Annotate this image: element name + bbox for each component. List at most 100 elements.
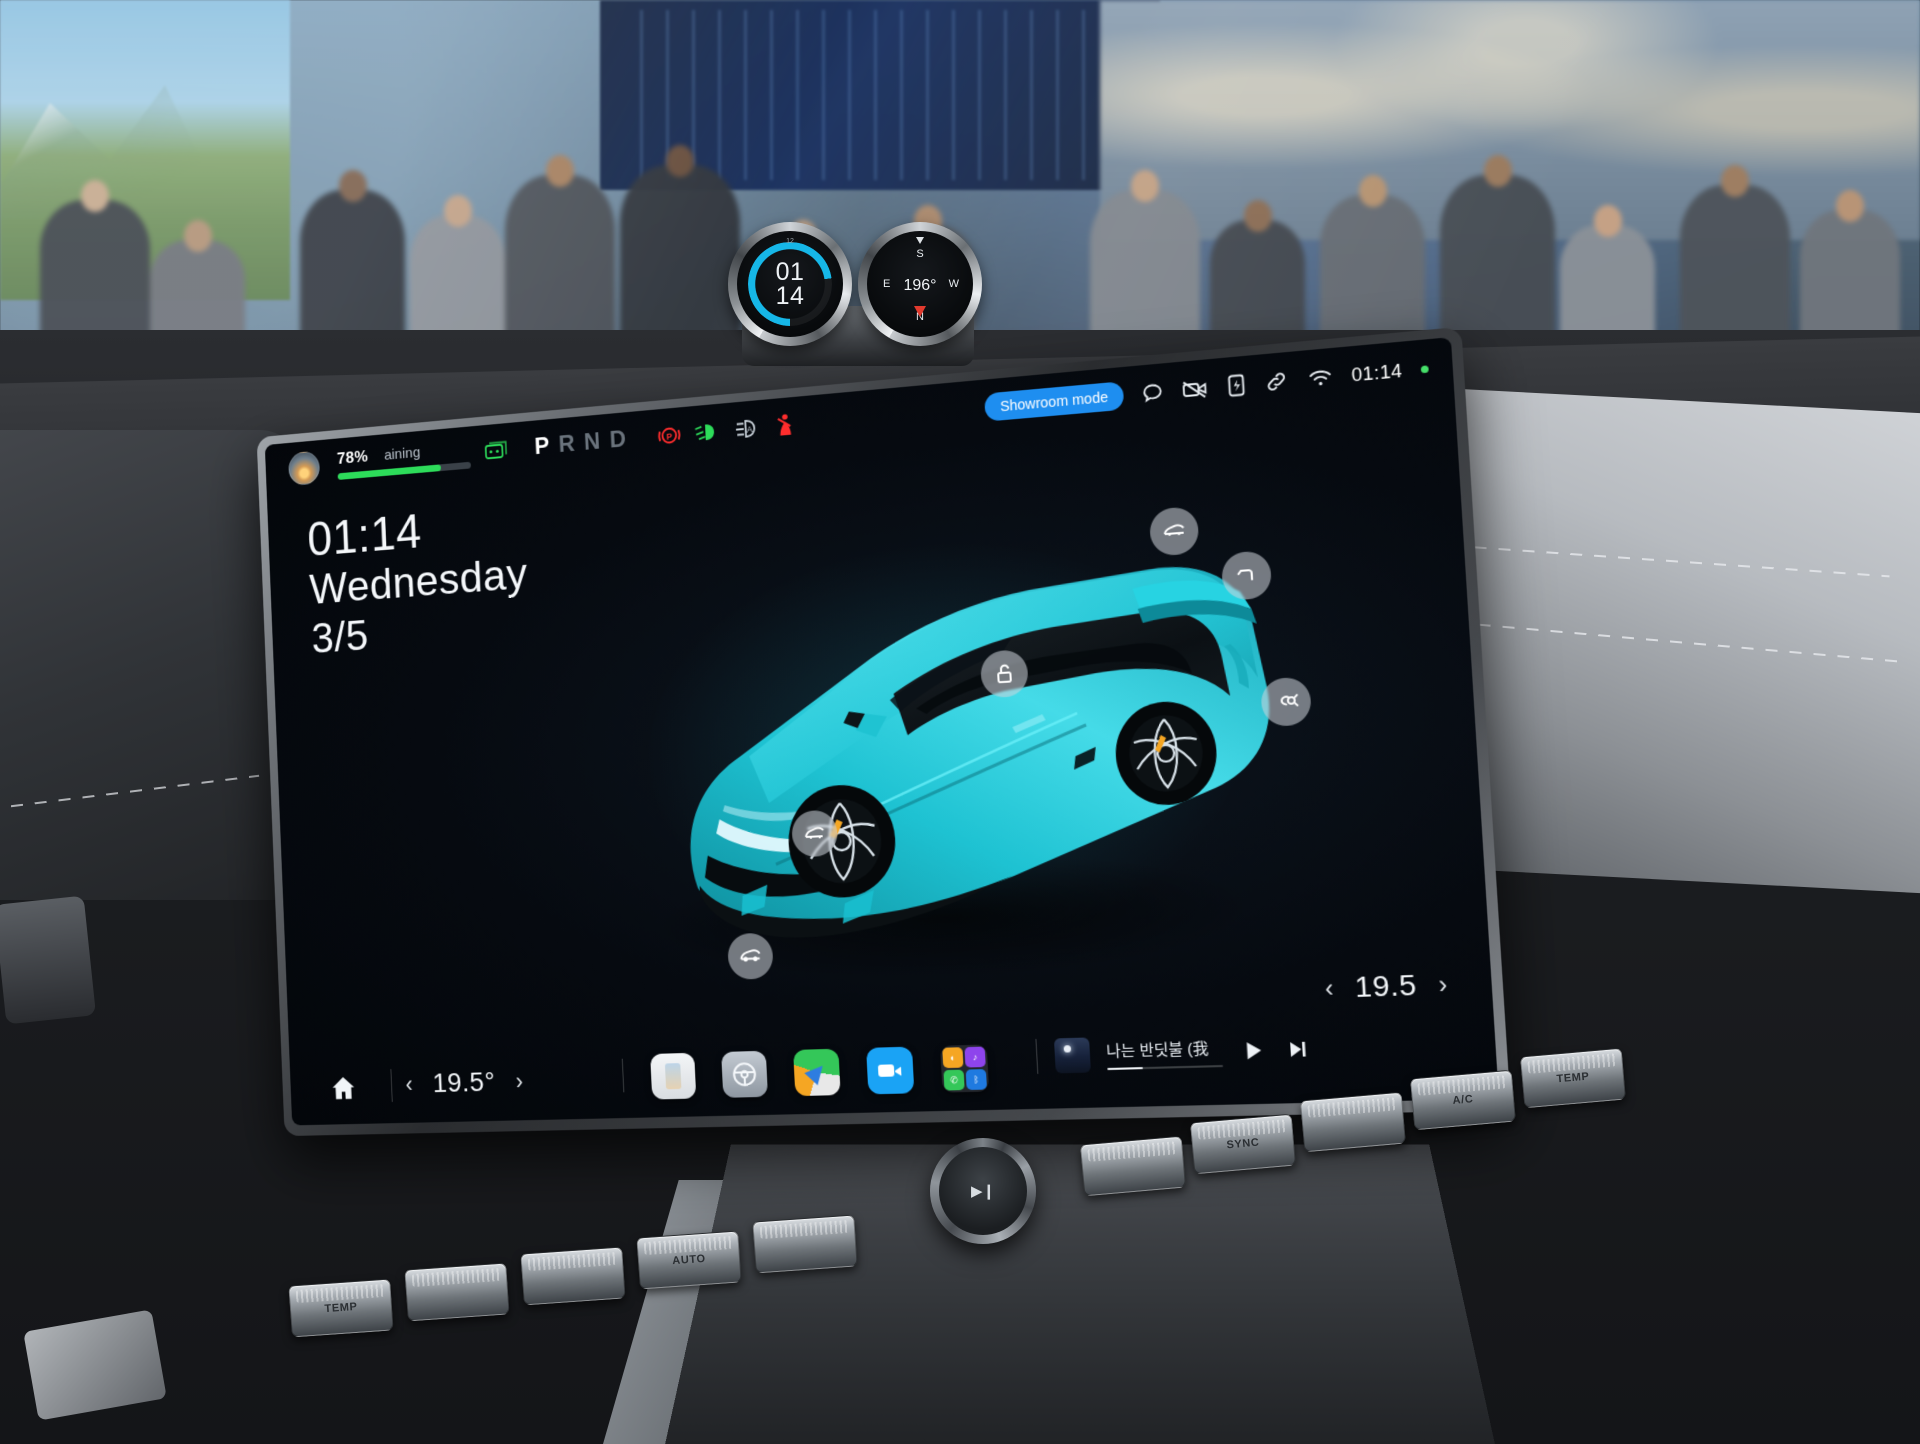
gear-n[interactable]: N xyxy=(583,428,601,457)
temp-right-value: 19.5 xyxy=(1353,968,1418,1004)
left-air-vent xyxy=(0,895,97,1025)
charge-port-icon xyxy=(1272,689,1299,715)
media-play-button[interactable] xyxy=(1238,1037,1267,1065)
home-icon xyxy=(332,1076,355,1100)
clock-gauge-face: 12 01 14 xyxy=(737,231,843,337)
app-folder[interactable]: ◐ ♪ ✆ ᛒ xyxy=(940,1044,990,1093)
clock-gauge-pod[interactable]: 12 01 14 xyxy=(728,222,852,346)
media-meta: 나는 반딧불 (我 xyxy=(1105,1036,1224,1070)
media-knob[interactable]: ▶❙ xyxy=(930,1138,1036,1244)
energy-flow-icon[interactable] xyxy=(484,439,509,462)
center-touchscreen[interactable]: 78% aining P R N D P A Showroom mode 01:… xyxy=(256,326,1511,1137)
compass-gauge-pod[interactable]: S W E N 196° xyxy=(858,222,982,346)
temperature-control-left[interactable]: ‹ 19.5° › xyxy=(405,1065,524,1099)
media-progress-bar[interactable] xyxy=(1107,1064,1224,1070)
chat-bubble-icon[interactable] xyxy=(1140,381,1164,405)
center-console xyxy=(663,1144,1497,1444)
gear-r[interactable]: R xyxy=(558,430,576,458)
low-beam-auto-icon: A xyxy=(735,417,763,441)
temp-left-decrease-button[interactable]: ‹ xyxy=(405,1071,413,1097)
hvac-button-temp-right[interactable]: TEMP xyxy=(1519,1047,1627,1109)
hvac-button-seat-heat[interactable] xyxy=(1299,1091,1407,1153)
clock-gauge-minute: 14 xyxy=(775,282,805,310)
clock-gauge-hour: 01 xyxy=(775,258,805,286)
play-icon xyxy=(1246,1041,1262,1060)
next-track-icon xyxy=(1290,1041,1306,1057)
app-vehicle-settings[interactable] xyxy=(721,1050,769,1098)
car-hood-icon xyxy=(802,821,827,846)
temp-right-decrease-button[interactable]: ‹ xyxy=(1324,974,1334,1003)
temp-left-value: 19.5° xyxy=(431,1066,496,1098)
status-indicator-dot xyxy=(1420,364,1429,373)
app-phone[interactable] xyxy=(650,1052,697,1100)
dock-divider xyxy=(621,1058,625,1093)
compass-gauge-face: S W E N 196° xyxy=(867,231,973,337)
mini-music-icon: ♪ xyxy=(964,1046,986,1068)
instrument-gauge-pods: 12 01 14 S W E N 196° xyxy=(728,222,988,366)
hvac-button-defrost-rear[interactable] xyxy=(404,1262,510,1322)
temperature-control-right[interactable]: ‹ 19.5 › xyxy=(1324,967,1448,1005)
unlock-icon xyxy=(991,661,1017,687)
app-dock[interactable]: ◐ ♪ ✆ ᛒ xyxy=(650,1044,990,1100)
battery-indicator[interactable]: 78% aining xyxy=(336,438,472,480)
video-camera-icon xyxy=(877,1064,902,1077)
vehicle-3d-render xyxy=(649,560,1281,989)
dashboard-left-trim xyxy=(0,430,300,900)
showroom-mode-button[interactable]: Showroom mode xyxy=(984,381,1125,422)
battery-remaining-label: aining xyxy=(383,444,421,464)
svg-text:A: A xyxy=(746,424,753,435)
gear-d[interactable]: D xyxy=(609,426,627,455)
app-dashcam[interactable] xyxy=(866,1046,915,1095)
mini-clock-icon: ◐ xyxy=(942,1047,964,1069)
dock-divider xyxy=(1035,1038,1039,1074)
parking-brake-icon: P xyxy=(656,423,682,448)
album-art xyxy=(1053,1037,1091,1074)
mini-phone-icon: ✆ xyxy=(943,1069,965,1091)
compass-heading-value: 196° xyxy=(903,277,937,295)
status-bar-clock: 01:14 xyxy=(1350,359,1404,386)
hvac-button-sync[interactable]: SYNC xyxy=(1189,1113,1297,1175)
gear-selector[interactable]: P R N D xyxy=(534,426,628,461)
avatar[interactable] xyxy=(287,450,321,486)
compass-index-mark xyxy=(916,237,924,244)
compass-dir-east: E xyxy=(883,278,891,290)
media-title: 나는 반딧불 (我 xyxy=(1105,1039,1210,1061)
media-player[interactable]: 나는 반딧불 (我 xyxy=(1053,1031,1311,1074)
steering-wheel-icon xyxy=(729,1059,760,1090)
spoiler-icon xyxy=(1233,562,1260,589)
gear-p[interactable]: P xyxy=(534,433,551,461)
compass-dir-south: S xyxy=(916,248,924,260)
compass-needle-icon xyxy=(914,306,926,317)
clock-gauge-digits: 01 14 xyxy=(737,231,843,337)
dock-divider xyxy=(390,1069,393,1102)
hvac-button-auto[interactable]: AUTO xyxy=(636,1230,742,1290)
mini-bluetooth-icon: ᛒ xyxy=(965,1069,988,1091)
battery-charge-icon[interactable] xyxy=(1226,372,1246,398)
wifi-icon[interactable] xyxy=(1307,367,1334,390)
camera-off-icon[interactable] xyxy=(1181,377,1210,402)
battery-percent: 78% xyxy=(336,447,369,468)
hvac-button-recirculate[interactable] xyxy=(1079,1135,1187,1197)
showroom-photo-scene: 12 01 14 S W E N 196° 78% aining P R N D… xyxy=(0,0,1920,1444)
car-trunk-icon xyxy=(1161,518,1187,544)
hvac-button-temp-left[interactable]: TEMP xyxy=(288,1278,394,1338)
temp-left-increase-button[interactable]: › xyxy=(515,1068,523,1095)
warning-indicators: P A xyxy=(656,413,795,449)
home-button[interactable] xyxy=(328,1073,360,1109)
link-icon[interactable] xyxy=(1263,368,1290,395)
svg-text:P: P xyxy=(666,431,672,442)
vehicle-visualization[interactable] xyxy=(537,411,1359,1021)
media-next-button[interactable] xyxy=(1283,1036,1310,1062)
hvac-button-defrost-front[interactable] xyxy=(752,1214,858,1274)
media-knob-face: ▶❙ xyxy=(939,1147,1027,1235)
hvac-button-fan[interactable] xyxy=(520,1246,626,1306)
auto-high-beam-icon xyxy=(694,420,722,444)
car-front-icon xyxy=(738,944,762,969)
app-maps[interactable] xyxy=(793,1048,841,1097)
temp-right-increase-button[interactable]: › xyxy=(1438,970,1448,999)
status-bar-right: Showroom mode 01:14 xyxy=(984,354,1429,422)
home-datetime-widget: 01:14 Wednesday 3/5 xyxy=(306,497,531,664)
display-screen[interactable]: 78% aining P R N D P A Showroom mode 01:… xyxy=(264,337,1499,1126)
compass-dir-west: W xyxy=(948,278,959,290)
hvac-button-ac[interactable]: A/C xyxy=(1409,1069,1517,1131)
